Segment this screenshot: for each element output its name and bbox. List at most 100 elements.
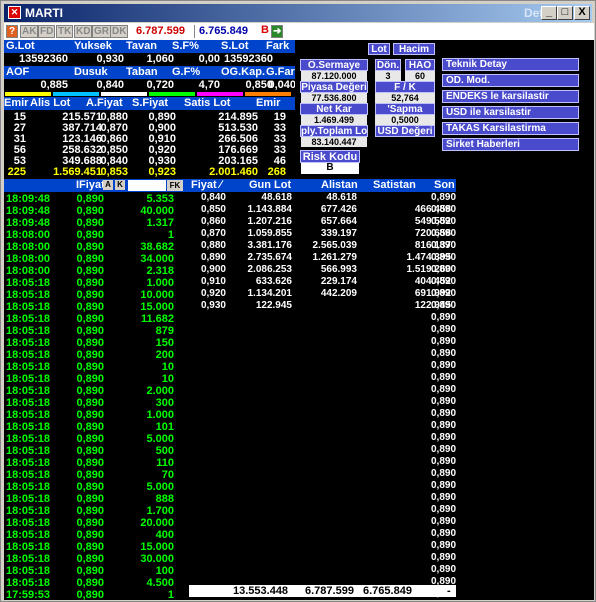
arrow-right-icon[interactable]: ➜ (271, 25, 283, 38)
trade-time: 18:05:18 (6, 325, 51, 337)
trade-price: 0,890 (76, 361, 104, 373)
dist-row-2-4: 0,890 (431, 216, 457, 227)
menu-item-4[interactable]: TAKAS Karsilastirma (442, 122, 579, 135)
trade-lot: 30.000 (140, 553, 174, 565)
dist-row-3-4: 0,890 (431, 228, 457, 239)
maximize-button[interactable]: □ (557, 6, 573, 20)
trade-lot: 38.682 (140, 241, 174, 253)
dist-row-2-1: 1.207.216 (247, 216, 293, 227)
tab-fd[interactable]: FD (38, 25, 56, 38)
tab-tk[interactable]: TK (56, 25, 74, 38)
trade-lot: 70 (161, 469, 174, 481)
menu-item-0[interactable]: Teknik Detay (442, 58, 579, 71)
trade-price: 0,890 (76, 349, 104, 361)
summary2-header-4: OG.Kap. (221, 66, 266, 78)
tab-ak[interactable]: AK (20, 25, 39, 38)
trade-lot: 1.000 (146, 409, 174, 421)
trade-time: 18:08:00 (6, 265, 51, 277)
help-icon[interactable]: ? (6, 25, 18, 38)
menu-item-3[interactable]: USD ile karsilastir (442, 106, 579, 119)
close-button[interactable]: X (574, 6, 590, 20)
depth-header-0: Emir (4, 97, 29, 109)
color-bar-0 (5, 92, 51, 96)
depth-total-3: 0,923 (148, 166, 176, 178)
trade-time: 18:09:48 (6, 193, 51, 205)
menu-item-1[interactable]: OD. Mod. (442, 74, 579, 87)
dist-total-gunlot: 13.553.448 (233, 585, 289, 597)
trade-lot: 4.500 (146, 577, 174, 589)
dist-total-son: - (447, 585, 451, 597)
filter-a-button[interactable]: A (103, 180, 113, 190)
dist-son-2: 0,890 (431, 336, 457, 347)
color-bar-2 (101, 92, 147, 96)
dist-son-7: 0,890 (431, 396, 457, 407)
dist-row-8-4: 0,890 (431, 288, 457, 299)
sermaye-label: Ö.Sermaye (300, 59, 368, 71)
trades-header-price: IFiyat (76, 179, 105, 191)
trade-lot: 101 (155, 421, 174, 433)
dist-son-21: 0,890 (431, 564, 457, 575)
dist-son-10: 0,890 (431, 432, 457, 443)
lot-button[interactable]: Lot (368, 43, 390, 55)
trade-lot: 879 (155, 325, 174, 337)
trade-lot: 5.000 (146, 433, 174, 445)
tab-dk[interactable]: DK (110, 25, 129, 38)
risk-value: B (301, 163, 359, 174)
summary1-value-2: 1,060 (146, 53, 174, 65)
tab-kd[interactable]: KD (74, 25, 93, 38)
trade-time: 18:05:18 (6, 577, 51, 589)
trade-price: 0,890 (76, 517, 104, 529)
filter-input[interactable] (128, 180, 166, 191)
summary1-header-4: S.Lot (221, 40, 249, 52)
trade-price: 0,890 (76, 253, 104, 265)
trade-lot: 500 (155, 445, 174, 457)
summary2-header-0: AOF (6, 66, 30, 78)
dist-son-0: 0,890 (431, 312, 457, 323)
dist-son-17: 0,890 (431, 516, 457, 527)
dist-row-5-2: 1.261.279 (312, 252, 358, 263)
summary2-value-5: 0,040 (268, 79, 296, 91)
depth-total-0: 225 (7, 166, 26, 178)
usd-degeri-button[interactable]: USD Değeri (375, 125, 435, 137)
summary2-header-1: Dusuk (74, 66, 108, 78)
dist-son-12: 0,890 (431, 456, 457, 467)
dist-son-19: 0,890 (431, 540, 457, 551)
trade-price: 0,890 (76, 541, 104, 553)
color-bar-5 (245, 92, 291, 96)
title-bar[interactable]: ✕ MARTI Detay _ □ X (4, 4, 592, 22)
trade-lot: 110 (156, 457, 174, 469)
summary2-header-3: G.F% (172, 66, 201, 78)
dist-header-fiyat: Fiyat ∕ (191, 179, 222, 191)
trade-price: 0,890 (76, 301, 104, 313)
trade-lot: 150 (155, 337, 174, 349)
menu-item-2[interactable]: ENDEKS le karsilastir (442, 90, 579, 103)
trade-price: 0,890 (76, 385, 104, 397)
trade-price: 0,890 (76, 229, 104, 241)
dist-row-0-1: 48.618 (261, 192, 292, 203)
summary1-header-1: Yuksek (74, 40, 112, 52)
minimize-button[interactable]: _ (541, 6, 557, 20)
netkar-label: Net Kar (300, 103, 368, 115)
trade-lot: 11.682 (140, 313, 174, 325)
dist-row-7-0: 0,910 (200, 276, 226, 287)
hacim-button[interactable]: Hacim (393, 43, 435, 55)
menu-item-5[interactable]: Sirket Haberleri (442, 138, 579, 151)
dist-son-8: 0,890 (431, 408, 457, 419)
dist-row-2-0: 0,860 (200, 216, 226, 227)
b-indicator[interactable]: B (260, 25, 270, 38)
dist-row-3-2: 339.197 (320, 228, 357, 239)
trade-lot: 15.000 (140, 541, 174, 553)
filter-k-button[interactable]: K (115, 180, 125, 190)
trade-time: 18:08:00 (6, 253, 51, 265)
trade-price: 0,890 (76, 505, 104, 517)
tab-gr[interactable]: GR (92, 25, 111, 38)
trade-time: 18:05:18 (6, 409, 51, 421)
dist-son-1: 0,890 (431, 324, 457, 335)
dist-row-0-0: 0,840 (200, 192, 226, 203)
hao-label: HAO (405, 59, 435, 71)
summary1-header-0: G.Lot (6, 40, 35, 52)
fk-button[interactable]: FK (167, 180, 183, 191)
trade-time: 18:05:18 (6, 493, 51, 505)
trade-price: 0,890 (76, 529, 104, 541)
trade-time: 18:05:18 (6, 277, 51, 289)
